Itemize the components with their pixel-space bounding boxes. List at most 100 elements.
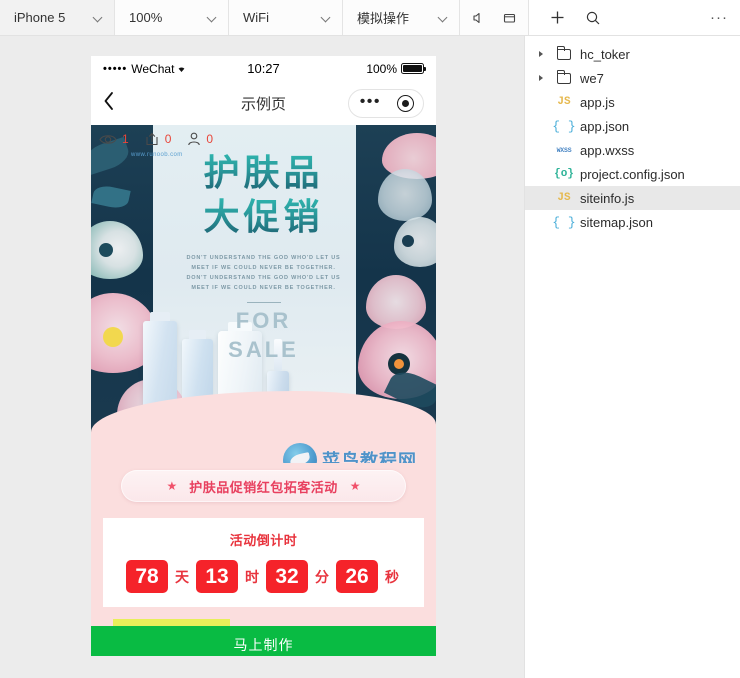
network-select-value: WiFi	[243, 10, 269, 25]
more-dots-icon[interactable]: •••	[358, 93, 389, 113]
back-button[interactable]	[103, 91, 133, 115]
detach-window-button[interactable]	[494, 0, 524, 35]
speaker-icon	[473, 12, 480, 23]
countdown-minutes-unit: 分	[315, 568, 329, 585]
window-icon	[503, 13, 515, 23]
countdown-hours-unit: 时	[245, 568, 259, 585]
main-area: ••••• WeChat 10:27 100% 示例页 ••• 1 0 0 护肤…	[0, 36, 740, 678]
star-icon: ★	[349, 479, 361, 493]
promo-activity-button[interactable]: ★ 护肤品促销红包拓客活动 ★	[121, 470, 406, 502]
toolbar-right-group: ···	[529, 0, 740, 35]
file-row-app-json[interactable]: { } app.json	[525, 114, 740, 138]
file-row-app-wxss[interactable]: WXSS app.wxss	[525, 138, 740, 162]
file-row-folder-we7[interactable]: we7	[525, 66, 740, 90]
device-select-value: iPhone 5	[14, 10, 66, 25]
countdown-row: 78 天 13 时 32 分 26 秒	[103, 560, 424, 593]
file-row-folder-hc-toker[interactable]: hc_toker	[525, 42, 740, 66]
eye-icon	[99, 134, 117, 144]
person-icon	[188, 132, 201, 146]
poster-image: 1 0 0 护肤品 大促销 DON'T UNDERSTAND THE GOD W…	[91, 125, 436, 463]
signal-dots-icon: •••••	[103, 62, 128, 75]
headline-sub: DON'T UNDERSTAND THE GOD WHO'D LET US ME…	[91, 253, 436, 294]
wechat-capsule: •••	[347, 88, 424, 118]
file-row-sitemap-json[interactable]: { } sitemap.json	[525, 210, 740, 234]
cta-section: ★ 护肤品促销红包拓客活动 ★	[91, 463, 436, 518]
countdown-minutes-value: 32	[266, 560, 308, 593]
file-label: app.json	[580, 118, 630, 134]
share-count: 0	[145, 132, 172, 146]
battery-percent: 100%	[366, 61, 398, 76]
zoom-select[interactable]: 100%	[115, 0, 229, 35]
expand-arrow-icon[interactable]	[539, 51, 552, 57]
star-icon: ★	[166, 479, 178, 493]
countdown-title: 活动倒计时	[229, 533, 298, 548]
countdown-section: 活动倒计时 78 天 13 时 32 分 26 秒	[91, 518, 436, 619]
simulate-select[interactable]: 模拟操作	[343, 0, 460, 35]
mute-button[interactable]	[464, 0, 494, 35]
file-label: project.config.json	[580, 166, 685, 182]
battery-icon	[401, 63, 427, 74]
status-time: 10:27	[247, 61, 280, 76]
file-label: siteinfo.js	[580, 190, 635, 206]
file-label: we7	[580, 70, 604, 86]
file-label: app.wxss	[580, 142, 635, 158]
countdown-seconds-unit: 秒	[385, 568, 399, 585]
phone-status-bar: ••••• WeChat 10:27 100%	[91, 56, 436, 81]
status-right: 100%	[280, 61, 427, 76]
carrier-label: WeChat	[131, 61, 175, 76]
phone-frame: ••••• WeChat 10:27 100% 示例页 ••• 1 0 0 护肤…	[91, 56, 436, 656]
file-row-app-js[interactable]: JS app.js	[525, 90, 740, 114]
poster-stats: 1 0 0	[99, 132, 213, 146]
chevron-down-icon	[208, 13, 218, 23]
file-label: hc_toker	[580, 46, 630, 62]
chevron-down-icon	[439, 13, 449, 23]
yellow-strip	[91, 619, 436, 626]
simulator-toolbar: iPhone 5 100% WiFi 模拟操作 ···	[0, 0, 740, 36]
bird-logo-icon	[283, 443, 317, 463]
json-icon: { }	[552, 214, 576, 230]
add-file-button[interactable]	[539, 0, 575, 35]
file-explorer: hc_toker we7 JS app.js { } app.json WXSS…	[524, 36, 740, 678]
expand-arrow-icon[interactable]	[539, 75, 552, 81]
toolbar-overflow-button[interactable]: ···	[710, 10, 740, 25]
sub-line-1: DON'T UNDERSTAND THE GOD WHO'D LET US	[186, 254, 341, 261]
countdown-seconds-value: 26	[336, 560, 378, 593]
zoom-select-value: 100%	[129, 10, 163, 25]
chevron-down-icon	[94, 13, 104, 23]
plus-icon	[551, 11, 563, 24]
headline-divider	[246, 301, 281, 303]
js-icon: JS	[557, 192, 571, 204]
search-button[interactable]	[575, 0, 611, 35]
sale-label: SALE	[228, 336, 299, 362]
make-now-button[interactable]: 马上制作	[91, 626, 436, 656]
phone-nav-bar: 示例页 •••	[91, 81, 436, 125]
file-label: app.js	[580, 94, 615, 110]
status-left: ••••• WeChat	[103, 62, 247, 76]
simulate-select-value: 模拟操作	[357, 11, 410, 26]
countdown-hours-value: 13	[196, 560, 238, 593]
countdown-card: 活动倒计时 78 天 13 时 32 分 26 秒	[103, 518, 424, 607]
watermark: 菜鸟教程网	[283, 443, 417, 463]
user-count-value: 0	[206, 132, 214, 146]
watermark-text: 菜鸟教程网	[322, 451, 417, 463]
poster-headline: 护肤品 大促销 DON'T UNDERSTAND THE GOD WHO'D L…	[91, 151, 436, 361]
wifi-icon	[179, 67, 185, 72]
network-select[interactable]: WiFi	[229, 0, 343, 35]
view-count: 1	[99, 132, 129, 146]
target-icon[interactable]	[397, 94, 414, 112]
share-count-value: 0	[164, 132, 172, 146]
headline-line-2: 大促销	[91, 195, 436, 239]
chevron-left-icon	[104, 92, 113, 110]
json-icon: { }	[552, 118, 576, 134]
file-row-siteinfo-js[interactable]: JS siteinfo.js	[525, 186, 740, 210]
file-row-project-config-json[interactable]: {o} project.config.json	[525, 162, 740, 186]
share-icon	[146, 132, 158, 146]
sub-line-3: DON'T UNDERSTAND THE GOD WHO'D LET US	[186, 275, 341, 282]
device-select[interactable]: iPhone 5	[0, 0, 115, 35]
js-icon: JS	[557, 96, 571, 108]
headline-line-1: 护肤品	[91, 151, 436, 195]
toolbar-icon-group	[460, 0, 529, 35]
search-icon	[586, 11, 600, 24]
sub-line-4: MEET IF WE COULD NEVER BE TOGETHER.	[191, 285, 336, 292]
wxss-icon: WXSS	[556, 146, 572, 154]
